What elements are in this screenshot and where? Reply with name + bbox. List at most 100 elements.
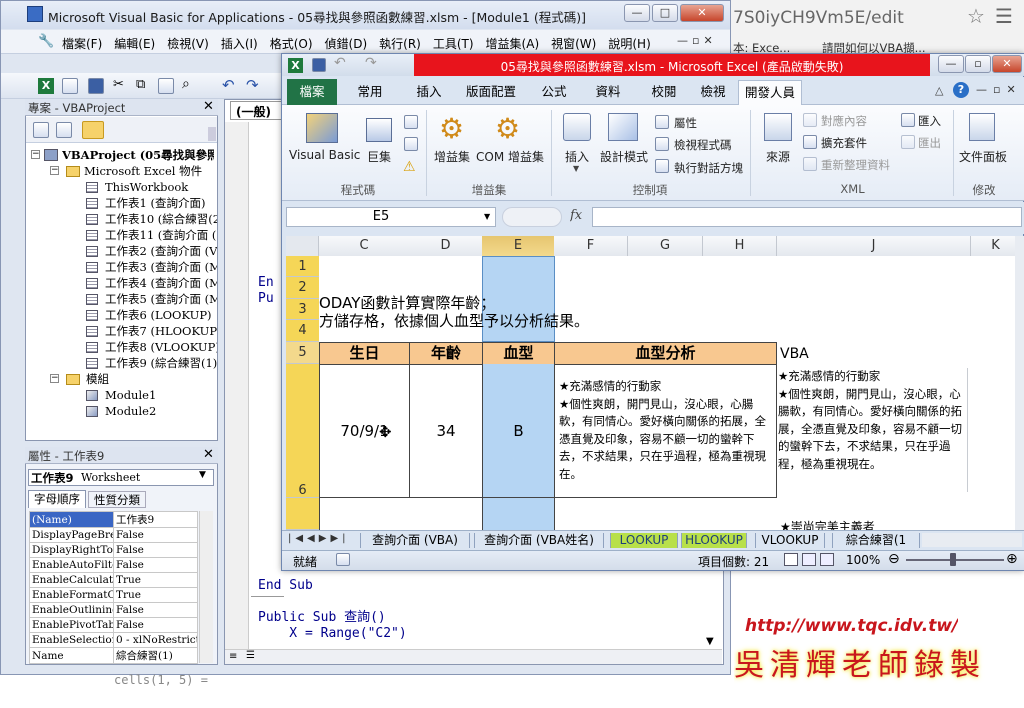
formula-input[interactable] bbox=[592, 207, 1022, 227]
view-code-button[interactable]: 檢視程式碼 bbox=[674, 137, 732, 153]
sheet-tab[interactable]: LOOKUP bbox=[610, 533, 678, 548]
quick-undo-icon[interactable]: ↶ bbox=[334, 55, 346, 71]
vbe-menu-item[interactable]: 說明(H) bbox=[608, 35, 650, 51]
cell-blood[interactable]: B bbox=[482, 364, 555, 498]
zoom-out-icon[interactable]: ⊖ bbox=[888, 551, 900, 567]
column-header[interactable]: F bbox=[554, 236, 628, 256]
code-line[interactable]: Public Sub 查詢() bbox=[258, 610, 407, 626]
ribbon-tab[interactable]: 版面配置 bbox=[459, 80, 523, 105]
vbe-menu-item[interactable]: 增益集(A) bbox=[486, 35, 540, 51]
chevron-down-icon[interactable]: ▼ bbox=[199, 470, 206, 480]
page-layout-view-icon[interactable] bbox=[802, 553, 816, 566]
scroll-down-arrow[interactable]: ▼ bbox=[706, 636, 714, 647]
props-value[interactable]: 工作表9 bbox=[113, 511, 198, 528]
view-object-icon[interactable] bbox=[56, 122, 72, 138]
chevron-down-icon[interactable]: ▼ bbox=[573, 164, 579, 173]
macro-record-icon[interactable] bbox=[336, 553, 350, 566]
tree-module-item[interactable]: Module1 bbox=[105, 387, 156, 403]
vbe-menu-item[interactable]: 檔案(F) bbox=[62, 35, 102, 51]
tree-object-item[interactable]: ThisWorkbook bbox=[105, 179, 217, 195]
vbe-menu-item[interactable]: 工具(T) bbox=[433, 35, 474, 51]
run-dialog-button[interactable]: 執行對話方塊 bbox=[674, 160, 743, 176]
vbe-menu-item[interactable]: 檢視(V) bbox=[167, 35, 209, 51]
row-header[interactable]: 1 bbox=[286, 256, 319, 277]
xml-source-button[interactable]: 來源 bbox=[758, 148, 798, 165]
addins-button[interactable]: 增益集 bbox=[430, 148, 474, 165]
code-lines[interactable]: End Sub Public Sub 查詢() X = Range("C2") bbox=[258, 578, 407, 642]
refresh-data-button[interactable]: 重新整理資料 bbox=[821, 157, 890, 173]
vbe-menu-item[interactable]: 編輯(E) bbox=[114, 35, 155, 51]
props-value[interactable]: True bbox=[113, 572, 198, 588]
doc-window-controls[interactable]: —▫✕ bbox=[976, 83, 1022, 96]
vbe-menu-item[interactable]: 視窗(W) bbox=[551, 35, 596, 51]
macro-security-icon[interactable]: ⚠ bbox=[403, 159, 416, 175]
cell-analysis[interactable]: ★充滿感情的行動家 ★個性爽朗，開門見山，沒心眼，心腸軟，有同情心。愛好橫向關係… bbox=[554, 364, 777, 498]
export-button[interactable]: 匯出 bbox=[918, 135, 941, 151]
props-value[interactable]: 綜合練習(1) bbox=[113, 647, 198, 664]
props-value[interactable]: False bbox=[113, 557, 198, 573]
cut-icon[interactable]: ✂ bbox=[113, 77, 124, 92]
props-row[interactable]: EnablePivotTableFalse bbox=[29, 617, 198, 633]
props-row[interactable]: EnableFormatConTrue bbox=[29, 587, 198, 603]
sheet-tab[interactable]: 查詢介面 (VBA姓名) bbox=[474, 533, 604, 548]
props-row[interactable]: DisplayRightToLeFalse bbox=[29, 542, 198, 558]
ribbon-tab[interactable]: 公式 bbox=[529, 80, 579, 105]
props-row[interactable]: EnableSelection 0 - xlNoRestrict bbox=[29, 632, 198, 648]
view-code-icon[interactable] bbox=[33, 122, 49, 138]
props-scrollbar[interactable] bbox=[199, 511, 213, 663]
zoom-level[interactable]: 100% bbox=[846, 553, 880, 567]
minimize-button[interactable]: — bbox=[624, 4, 650, 22]
relative-ref-icon[interactable] bbox=[404, 137, 418, 151]
column-header[interactable]: H bbox=[703, 236, 777, 256]
ribbon-collapse-icon[interactable]: △ bbox=[935, 84, 943, 97]
find-icon[interactable]: ⌕ bbox=[182, 76, 190, 92]
vbe-menu-item[interactable]: 執行(R) bbox=[379, 35, 421, 51]
excel-minimize-button[interactable]: — bbox=[938, 55, 964, 73]
cell-birthday[interactable]: 70/9/1 bbox=[319, 364, 410, 498]
tree-object-item[interactable]: 工作表10 (綜合練習(2 bbox=[105, 211, 217, 227]
row-header[interactable]: 2 bbox=[286, 277, 319, 299]
com-addins-button[interactable]: COM 增益集 bbox=[473, 148, 547, 165]
excel-maximize-button[interactable]: ▫ bbox=[965, 55, 991, 73]
code-line[interactable]: End Sub bbox=[258, 578, 407, 594]
macros-button[interactable]: 巨集 bbox=[362, 148, 396, 165]
tree-object-item[interactable]: 工作表9 (綜合練習(1) bbox=[105, 355, 217, 371]
props-value[interactable]: False bbox=[113, 527, 198, 543]
props-value[interactable]: 0 - xlNoRestrict bbox=[113, 632, 198, 648]
insert-controls-button[interactable]: 插入 bbox=[558, 148, 596, 165]
tree-object-item[interactable]: 工作表3 (查詢介面 (M bbox=[105, 259, 217, 275]
sheet-tab[interactable]: 查詢介面 (VBA) bbox=[360, 533, 470, 548]
star-icon[interactable]: ☆ bbox=[967, 4, 985, 28]
tree-object-item[interactable]: 工作表8 (VLOOKUP) bbox=[105, 339, 217, 355]
modules-expander[interactable]: − bbox=[50, 374, 59, 383]
file-tab[interactable]: 檔案 bbox=[287, 79, 337, 105]
objects-expander[interactable]: − bbox=[50, 166, 59, 175]
import-button[interactable]: 匯入 bbox=[918, 113, 941, 129]
undo-icon[interactable]: ↶ bbox=[222, 76, 235, 94]
column-header[interactable]: D bbox=[409, 236, 483, 256]
copy-icon[interactable]: ⧉ bbox=[136, 77, 145, 92]
column-header[interactable]: K bbox=[971, 236, 1021, 256]
project-scrollbar[interactable] bbox=[208, 127, 216, 141]
formula-bar-expander[interactable] bbox=[502, 207, 562, 227]
code-line[interactable]: X = Range("C2") bbox=[258, 626, 406, 642]
page-break-view-icon[interactable] bbox=[820, 553, 834, 566]
quick-redo-icon[interactable]: ↷ bbox=[365, 55, 377, 71]
tree-root-expander[interactable]: − bbox=[31, 150, 40, 159]
tree-object-item[interactable]: 工作表6 (LOOKUP) bbox=[105, 307, 217, 323]
zoom-slider-thumb[interactable] bbox=[950, 553, 956, 566]
row-header[interactable]: 5 bbox=[286, 342, 319, 364]
toggle-folders-icon[interactable] bbox=[82, 121, 104, 139]
module-view-icon[interactable]: ☰ bbox=[246, 650, 255, 661]
tree-object-item[interactable]: 工作表2 (查詢介面 (V bbox=[105, 243, 217, 259]
sheet-tab[interactable]: HLOOKUP bbox=[681, 533, 747, 548]
chevron-down-icon[interactable]: ▼ bbox=[484, 212, 490, 221]
fx-icon[interactable]: fx bbox=[570, 208, 582, 223]
cell-age[interactable]: 34 bbox=[409, 364, 483, 498]
column-header[interactable]: G bbox=[628, 236, 703, 256]
ribbon-tab[interactable]: 常用 bbox=[349, 80, 391, 105]
ribbon-tab[interactable]: 校閱 bbox=[643, 80, 685, 105]
column-header[interactable]: J bbox=[777, 236, 971, 256]
props-panel-close[interactable]: ✕ bbox=[203, 447, 214, 462]
hscroll-track[interactable] bbox=[922, 533, 1022, 547]
